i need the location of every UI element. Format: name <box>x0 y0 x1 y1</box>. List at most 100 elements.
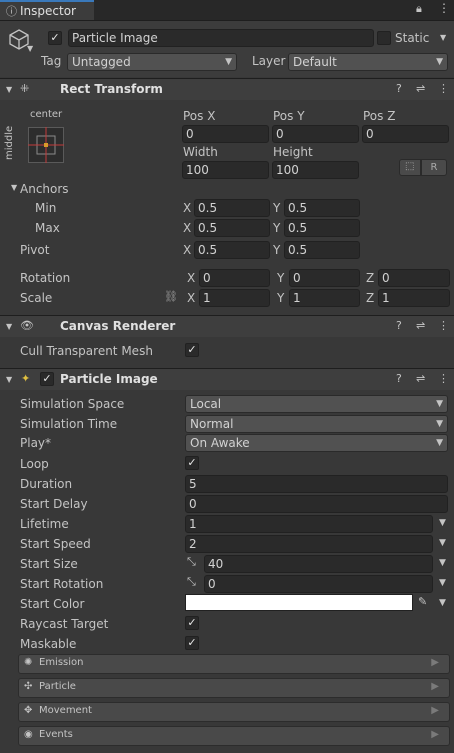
kebab-icon[interactable]: ⋮ <box>438 372 449 385</box>
eyedropper-icon[interactable]: ✎ <box>418 595 427 608</box>
movement-label: Movement <box>39 705 92 716</box>
eye-icon: 👁︎ <box>20 319 34 332</box>
height-field[interactable]: 100 <box>272 161 359 179</box>
layer-dropdown[interactable]: Default ▼ <box>288 53 448 71</box>
events-foldout[interactable]: ◉ Events ▶ <box>18 726 450 746</box>
max-y-field[interactable]: 0.5 <box>284 219 360 237</box>
link-icon[interactable]: ⛓ <box>164 290 178 303</box>
help-icon[interactable]: ? <box>396 319 402 332</box>
kebab-icon[interactable]: ⋮ <box>438 319 449 332</box>
start-speed-field[interactable]: 2 <box>185 535 433 553</box>
width-field[interactable]: 100 <box>182 161 269 179</box>
blueprint-mode-button[interactable]: ⬚ <box>399 159 421 176</box>
preset-icon[interactable]: ⇌ <box>416 372 425 385</box>
duration-field[interactable]: 5 <box>185 475 448 493</box>
info-icon: ⓘ <box>6 5 17 18</box>
chevron-down-icon: ▼ <box>436 419 443 429</box>
static-dropdown-icon[interactable]: ▼ <box>440 33 446 42</box>
particle-foldout[interactable]: ✣ Particle ▶ <box>18 678 450 698</box>
object-name-field[interactable]: Particle Image <box>68 29 374 47</box>
preset-icon[interactable]: ⇌ <box>416 319 425 332</box>
curve-mode-dropdown-icon[interactable]: ▼ <box>439 518 446 528</box>
chevron-down-icon: ▼ <box>436 399 443 409</box>
anchors-foldout-icon[interactable]: ▼ <box>11 183 17 192</box>
preset-icon[interactable]: ⇌ <box>416 82 425 95</box>
scale-label: Scale <box>20 291 53 305</box>
static-checkbox[interactable] <box>377 31 391 45</box>
kebab-icon[interactable]: ⋮ <box>438 82 449 95</box>
start-rotation-field[interactable]: 0 <box>204 575 433 593</box>
events-label: Events <box>39 729 73 740</box>
help-icon[interactable]: ? <box>396 372 402 385</box>
scale-y-field[interactable]: 1 <box>289 289 360 307</box>
foldout-arrow-icon[interactable]: ▼ <box>6 322 12 331</box>
max-x-field[interactable]: 0.5 <box>194 219 270 237</box>
simulation-time-dropdown[interactable]: Normal ▼ <box>185 415 448 433</box>
simulation-space-value: Local <box>190 397 222 411</box>
pos-z-field[interactable]: 0 <box>362 125 449 143</box>
play-dropdown[interactable]: On Awake ▼ <box>185 434 448 452</box>
curve-mode-dropdown-icon[interactable]: ▼ <box>439 558 446 568</box>
canvas-renderer-header[interactable]: ▼ 👁︎ Canvas Renderer ? ⇌ ⋮ <box>0 315 454 337</box>
start-color-swatch[interactable] <box>185 594 413 611</box>
layer-label: Layer <box>252 54 286 68</box>
rect-transform-header[interactable]: ▼ ⁜ Rect Transform ? ⇌ ⋮ <box>0 78 454 100</box>
emission-foldout[interactable]: ✺ Emission ▶ <box>18 654 450 674</box>
min-x-axis-label: X <box>183 201 192 215</box>
chevron-right-icon: ▶ <box>431 705 439 716</box>
start-rotation-label: Start Rotation <box>20 577 104 591</box>
anchor-preset-button[interactable] <box>28 127 64 166</box>
foldout-arrow-icon[interactable]: ▼ <box>6 375 12 384</box>
scale-y-axis-label: Y <box>277 291 285 305</box>
scale-x-field[interactable]: 1 <box>199 289 270 307</box>
maskable-checkbox[interactable]: ✓ <box>185 636 199 650</box>
rotation-y-field[interactable]: 0 <box>289 269 360 287</box>
cull-transparent-mesh-checkbox[interactable]: ✓ <box>185 343 199 357</box>
rot-z-axis-label: Z <box>366 271 375 285</box>
anchors-label: Anchors <box>20 182 69 196</box>
movement-foldout[interactable]: ✥ Movement ▶ <box>18 702 450 722</box>
chevron-down-icon: ▼ <box>225 57 232 67</box>
menu-icon[interactable]: ⋮ <box>438 1 450 15</box>
color-mode-dropdown-icon[interactable]: ▼ <box>439 598 446 608</box>
raw-edit-button[interactable]: R <box>421 159 447 176</box>
chevron-down-icon[interactable]: ▼ <box>27 44 33 53</box>
tag-dropdown[interactable]: Untagged ▼ <box>67 53 237 71</box>
curve-mode-dropdown-icon[interactable]: ▼ <box>439 578 446 588</box>
loop-checkbox[interactable]: ✓ <box>185 456 199 470</box>
min-x-field[interactable]: 0.5 <box>194 199 270 217</box>
simulation-space-dropdown[interactable]: Local ▼ <box>185 395 448 413</box>
start-size-field[interactable]: 40 <box>204 555 433 573</box>
foldout-arrow-icon[interactable]: ▼ <box>6 85 12 94</box>
move-icon[interactable]: ⤡ <box>187 555 196 569</box>
particle-image-header[interactable]: ▼ ✦ ✓ Particle Image ? ⇌ ⋮ <box>0 368 454 390</box>
emission-icon: ✺ <box>24 657 33 668</box>
rotation-z-field[interactable]: 0 <box>378 269 450 287</box>
tab-title: Inspector <box>20 4 76 18</box>
anchor-preset-top-label: center <box>30 109 63 120</box>
lock-icon[interactable]: 🔒︎ <box>416 2 422 16</box>
pos-y-field[interactable]: 0 <box>272 125 359 143</box>
help-icon[interactable]: ? <box>396 82 402 95</box>
pivot-y-field[interactable]: 0.5 <box>284 241 360 259</box>
min-label: Min <box>35 201 57 215</box>
tab-inspector[interactable]: ⓘ Inspector <box>0 0 94 20</box>
duration-label: Duration <box>20 477 73 491</box>
raycast-target-checkbox[interactable]: ✓ <box>185 616 199 630</box>
start-size-label: Start Size <box>20 557 78 571</box>
cull-transparent-mesh-label: Cull Transparent Mesh <box>20 344 153 358</box>
pos-x-field[interactable]: 0 <box>182 125 269 143</box>
curve-mode-dropdown-icon[interactable]: ▼ <box>439 538 446 548</box>
start-delay-label: Start Delay <box>20 497 88 511</box>
start-delay-field[interactable]: 0 <box>185 495 448 513</box>
rotation-x-field[interactable]: 0 <box>199 269 270 287</box>
min-y-field[interactable]: 0.5 <box>284 199 360 217</box>
movement-icon: ✥ <box>24 705 33 716</box>
play-label: Play* <box>20 436 52 450</box>
active-checkbox[interactable]: ✓ <box>48 31 62 45</box>
particle-image-enabled-checkbox[interactable]: ✓ <box>40 372 54 386</box>
move-icon[interactable]: ⤡ <box>187 575 196 589</box>
scale-z-field[interactable]: 1 <box>378 289 450 307</box>
pivot-x-field[interactable]: 0.5 <box>194 241 270 259</box>
lifetime-field[interactable]: 1 <box>185 515 433 533</box>
